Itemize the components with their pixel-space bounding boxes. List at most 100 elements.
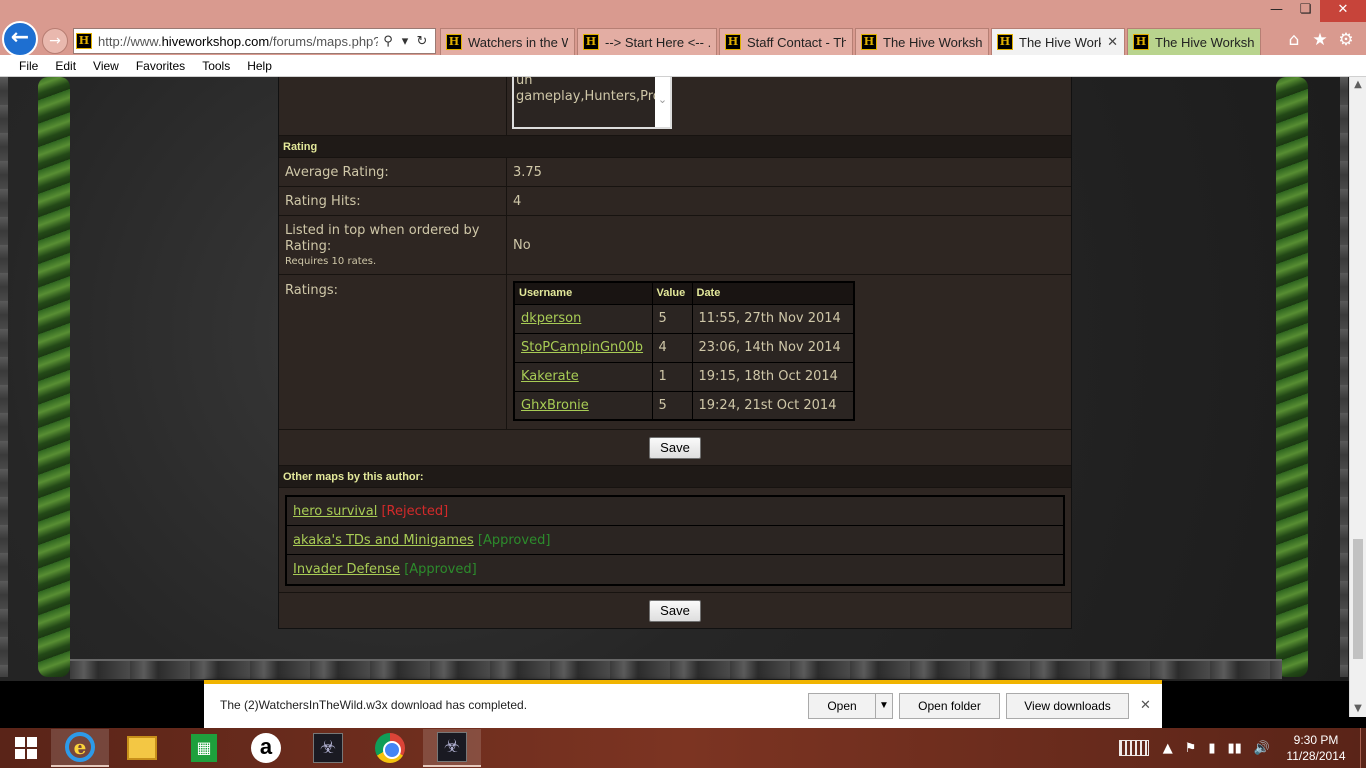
rating-username-cell: GhxBronie (513, 390, 653, 421)
table-row: dkperson 5 11:55, 27th Nov 2014 (513, 303, 855, 334)
map-link-invader-defense[interactable]: Invader Defense (293, 562, 400, 577)
hive-favicon-icon: H (1133, 34, 1149, 50)
tab-watchers[interactable]: H Watchers in the Wi... (440, 28, 575, 55)
view-downloads-button[interactable]: View downloads (1006, 693, 1129, 719)
ratings-row: Ratings: Username Value Date dkperson 5 … (279, 275, 1071, 430)
user-link-stopcampingn00b[interactable]: StoPCampinGn00b (521, 340, 643, 355)
tags-textarea[interactable]: un gameplay,Hunters,Props,akaka ⌄ (512, 77, 672, 129)
taskbar-amazon[interactable]: a (237, 729, 295, 767)
search-icon[interactable]: ⚲ (381, 34, 395, 49)
close-download-bar-icon[interactable]: ✕ (1140, 698, 1151, 713)
menu-help[interactable]: Help (247, 59, 272, 73)
page-scrollbar[interactable]: ▲ ▼ (1349, 77, 1366, 717)
amazon-icon: a (251, 733, 281, 763)
rating-date: 19:24, 21st Oct 2014 (691, 390, 855, 421)
status-badge: [Approved] (477, 533, 551, 548)
listed-top-value: No (513, 238, 531, 253)
taskbar-clock[interactable]: 9:30 PM 11/28/2014 (1282, 732, 1350, 764)
stone-border-bottom (70, 659, 1282, 681)
hive-favicon-icon: H (76, 33, 92, 49)
home-icon[interactable]: ⌂ (1282, 30, 1306, 50)
scroll-down-icon[interactable]: ▼ (1350, 701, 1366, 717)
menu-tools[interactable]: Tools (202, 59, 230, 73)
tab-label: The Hive Workshop (883, 34, 982, 50)
column-username: Username (513, 281, 653, 305)
save-button-bottom[interactable]: Save (649, 600, 701, 622)
touch-keyboard-icon[interactable] (1118, 740, 1149, 756)
show-hidden-icons-chevron-icon[interactable]: ▲ (1163, 741, 1173, 756)
user-link-kakerate[interactable]: Kakerate (521, 369, 579, 384)
file-explorer-icon (127, 736, 157, 760)
forward-button[interactable]: → (42, 28, 68, 54)
minimize-button[interactable]: — (1262, 0, 1291, 22)
menu-edit[interactable]: Edit (55, 59, 76, 73)
url-domain: hiveworkshop.com (161, 33, 270, 49)
average-rating-value: 3.75 (513, 165, 542, 180)
restore-button[interactable]: ❏ (1291, 0, 1320, 22)
taskbar-warcraft-editor[interactable]: ☣ (299, 729, 357, 767)
url-input[interactable]: http://www.hiveworkshop.com/forums/maps.… (98, 34, 378, 49)
taskbar-warcraft-game[interactable]: ☣ (423, 729, 481, 767)
network-signal-icon[interactable]: ▮▮ (1228, 741, 1242, 756)
favorites-star-icon[interactable]: ★ (1308, 30, 1332, 50)
hive-favicon-icon: H (725, 34, 741, 50)
browser-title-bar: ← → H http://www.hiveworkshop.com/forums… (0, 0, 1366, 57)
ratings-label: Ratings: (279, 275, 507, 429)
store-icon: ▦ (191, 734, 217, 762)
open-download-button[interactable]: Open (808, 693, 876, 719)
rating-date: 19:15, 18th Oct 2014 (691, 361, 855, 392)
start-button[interactable] (4, 729, 48, 767)
taskbar-file-explorer[interactable] (113, 729, 171, 767)
ratings-table: Username Value Date dkperson 5 11:55, 27… (513, 281, 855, 421)
rating-value: 4 (651, 332, 693, 363)
taskbar-internet-explorer[interactable]: e (51, 729, 109, 767)
list-item: Invader Defense [Approved] (287, 555, 1063, 584)
clock-date: 11/28/2014 (1286, 749, 1346, 763)
back-button[interactable]: ← (2, 21, 38, 57)
refresh-icon[interactable]: ↻ (415, 34, 429, 49)
tab-strip: H Watchers in the Wi... H --> Start Here… (440, 28, 1263, 55)
close-window-button[interactable]: ✕ (1320, 0, 1366, 22)
taskbar-store[interactable]: ▦ (175, 729, 233, 767)
url-path: /forums/maps.php?p= (269, 33, 378, 49)
menu-view[interactable]: View (93, 59, 119, 73)
textarea-scroll-down-icon[interactable]: ⌄ (655, 77, 670, 127)
user-link-ghxbronie[interactable]: GhxBronie (521, 398, 589, 413)
map-link-hero-survival[interactable]: hero survival (293, 504, 377, 519)
internet-explorer-icon: e (65, 732, 95, 762)
settings-gear-icon[interactable]: ⚙ (1334, 30, 1358, 50)
average-rating-label: Average Rating: (279, 158, 507, 186)
action-center-flag-icon[interactable]: ⚑ (1185, 741, 1197, 756)
open-folder-button[interactable]: Open folder (899, 693, 1000, 719)
show-desktop-button[interactable] (1360, 728, 1366, 768)
dropdown-arrow-icon[interactable]: ▾ (398, 34, 412, 49)
taskbar-chrome[interactable] (361, 729, 419, 767)
scrollbar-thumb[interactable] (1353, 539, 1363, 659)
open-options-dropdown-icon[interactable]: ▼ (875, 693, 893, 719)
tab-close-icon[interactable]: ✕ (1107, 34, 1118, 50)
tab-label: Staff Contact - Th... (747, 34, 846, 50)
tab-hive-workshop-2[interactable]: H The Hive Workshop (1127, 28, 1261, 55)
save-button[interactable]: Save (649, 437, 701, 459)
menu-favorites[interactable]: Favorites (136, 59, 185, 73)
rating-hits-label: Rating Hits: (279, 187, 507, 215)
ratings-table-header: Username Value Date (513, 281, 855, 305)
tab-hive-workshop-1[interactable]: H The Hive Workshop (855, 28, 989, 55)
volume-icon[interactable]: 🔊 (1254, 741, 1270, 756)
tab-hive-workshop-active[interactable]: H The Hive Works... ✕ (991, 28, 1125, 55)
url-prefix: http://www. (98, 33, 162, 49)
rating-date: 11:55, 27th Nov 2014 (691, 303, 855, 334)
rating-value: 1 (651, 361, 693, 392)
user-link-dkperson[interactable]: dkperson (521, 311, 581, 326)
battery-icon[interactable]: ▮ (1208, 741, 1215, 756)
average-rating-row: Average Rating: 3.75 (279, 158, 1071, 187)
rating-hits-row: Rating Hits: 4 (279, 187, 1071, 216)
scroll-up-icon[interactable]: ▲ (1350, 77, 1366, 93)
address-bar[interactable]: H http://www.hiveworkshop.com/forums/map… (73, 28, 436, 54)
tab-start-here[interactable]: H --> Start Here <-- ... (577, 28, 717, 55)
map-link-akakas-tds[interactable]: akaka's TDs and Minigames (293, 533, 474, 548)
warcraft-icon: ☣ (313, 733, 343, 763)
tab-staff-contact[interactable]: H Staff Contact - Th... (719, 28, 853, 55)
menu-file[interactable]: File (19, 59, 38, 73)
hive-favicon-icon: H (861, 34, 877, 50)
